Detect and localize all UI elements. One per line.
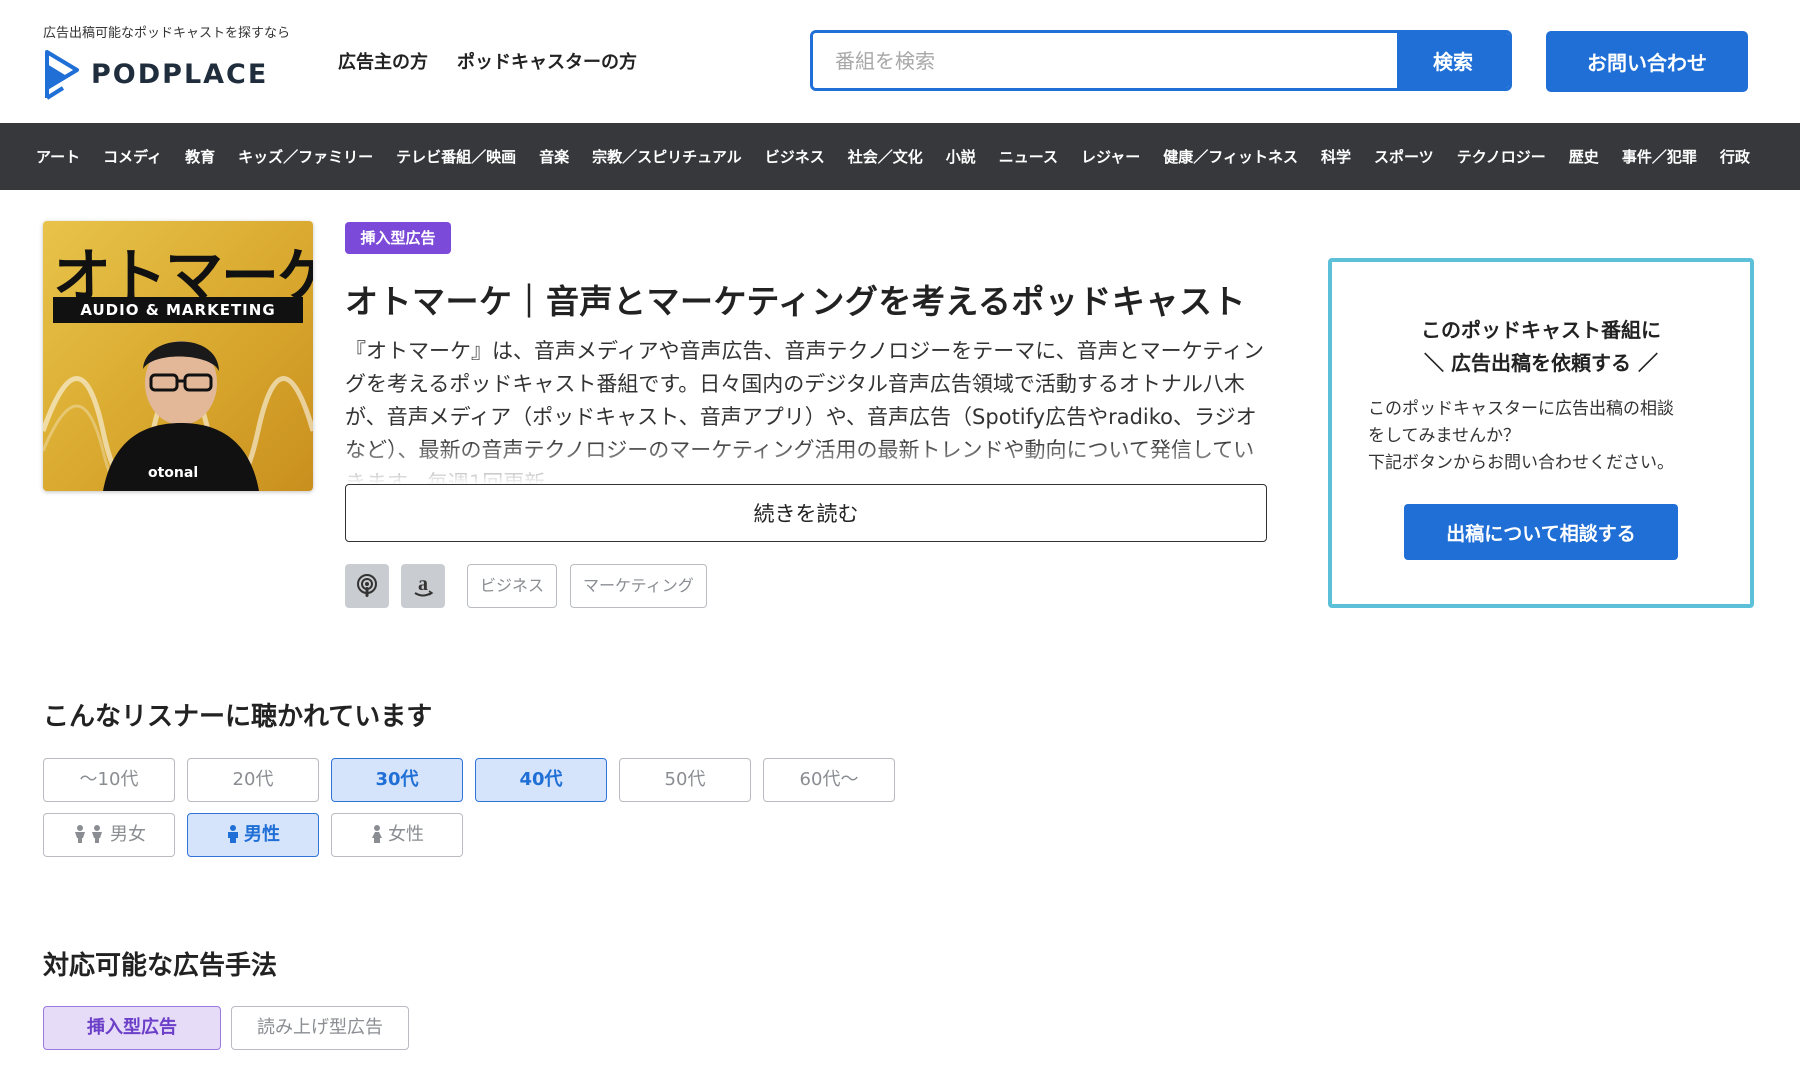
category-item-science[interactable]: 科学 xyxy=(1321,146,1351,167)
category-item-education[interactable]: 教育 xyxy=(185,146,215,167)
site-tagline: 広告出稿可能なポッドキャストを探すなら xyxy=(43,26,291,41)
category-item-sports[interactable]: スポーツ xyxy=(1374,146,1434,167)
category-item-news[interactable]: ニュース xyxy=(999,146,1058,167)
category-item-true-crime[interactable]: 事件／犯罪 xyxy=(1622,146,1697,167)
ad-method-chip-read-aloud: 読み上げ型広告 xyxy=(231,1006,409,1050)
gender-chip-all: 男女 xyxy=(43,813,175,857)
gender-chip-all-label: 男女 xyxy=(110,824,146,845)
amazon-icon[interactable]: a xyxy=(401,564,445,608)
category-item-business[interactable]: ビジネス xyxy=(765,146,825,167)
category-item-music[interactable]: 音楽 xyxy=(539,146,569,167)
category-item-tv-film[interactable]: テレビ番組／映画 xyxy=(396,146,516,167)
gender-chip-female-label: 女性 xyxy=(388,824,424,845)
svg-text:a: a xyxy=(418,573,428,595)
cover-brand: otonal xyxy=(148,465,199,481)
category-nav: アート コメディ 教育 キッズ／ファミリー テレビ番組／映画 音楽 宗教／スピリ… xyxy=(0,123,1800,190)
ad-type-badge: 挿入型広告 xyxy=(345,222,451,254)
ad-request-text: このポッドキャスターに広告出稿の相談 をしてみませんか？ 下記ボタンからお問い合… xyxy=(1368,396,1728,477)
site-header: 広告出稿可能なポッドキャストを探すなら PODPLACE 広告主の方 ポッドキャ… xyxy=(0,0,1800,123)
ad-request-text-line1: このポッドキャスターに広告出稿の相談 xyxy=(1368,399,1674,419)
nav-advertisers-link[interactable]: 広告主の方 xyxy=(338,48,428,74)
program-title: オトマーケ｜音声とマーケティングを考えるポッドキャスト xyxy=(345,282,1246,321)
podplace-logo-icon xyxy=(45,50,79,100)
gender-chip-male-label: 男性 xyxy=(244,824,280,845)
contact-button[interactable]: お問い合わせ xyxy=(1546,31,1748,92)
consult-button[interactable]: 出稿について相談する xyxy=(1404,504,1678,560)
category-item-religion[interactable]: 宗教／スピリチュアル xyxy=(592,146,742,167)
category-item-history[interactable]: 歴史 xyxy=(1569,146,1599,167)
ad-request-heading-line1: このポッドキャスト番組に xyxy=(1421,318,1661,342)
category-item-leisure[interactable]: レジャー xyxy=(1081,146,1140,167)
category-item-government[interactable]: 行政 xyxy=(1720,146,1750,167)
description-fade xyxy=(345,440,1270,485)
gender-chip-male: 男性 xyxy=(187,813,319,857)
search-button[interactable]: 検索 xyxy=(1397,33,1509,88)
category-item-comedy[interactable]: コメディ xyxy=(103,146,162,167)
read-more-button[interactable]: 続きを読む xyxy=(345,484,1267,542)
ad-request-heading-line2: ＼ 広告出稿を依頼する ／ xyxy=(1424,351,1658,375)
search-bar: 検索 xyxy=(810,30,1512,91)
ad-method-chip-insert: 挿入型広告 xyxy=(43,1006,221,1050)
ad-request-text-line2: をしてみませんか？ xyxy=(1368,426,1520,446)
tag-business[interactable]: ビジネス xyxy=(467,564,558,608)
age-chip-40s: 40代 xyxy=(475,758,607,802)
female-icon xyxy=(372,825,382,843)
podcast-icon[interactable] xyxy=(345,564,389,608)
category-item-society[interactable]: 社会／文化 xyxy=(848,146,923,167)
age-chip-30s: 30代 xyxy=(331,758,463,802)
nav-podcasters-link[interactable]: ポッドキャスターの方 xyxy=(457,48,637,74)
male-icon xyxy=(228,825,238,843)
logo-wordmark: PODPLACE xyxy=(91,58,269,90)
category-item-art[interactable]: アート xyxy=(36,146,80,167)
category-item-kids-family[interactable]: キッズ／ファミリー xyxy=(238,146,373,167)
ad-request-panel: このポッドキャスト番組に ＼ 広告出稿を依頼する ／ このポッドキャスターに広告… xyxy=(1328,258,1754,608)
search-input[interactable] xyxy=(813,33,1397,88)
age-chip-20s: 20代 xyxy=(187,758,319,802)
category-item-technology[interactable]: テクノロジー xyxy=(1457,146,1546,167)
listeners-title: こんなリスナーに聴かれています xyxy=(43,702,433,732)
ad-request-heading: このポッドキャスト番組に ＼ 広告出稿を依頼する ／ xyxy=(1332,314,1750,380)
category-item-fiction[interactable]: 小説 xyxy=(946,146,976,167)
podcast-cover-art: オトマーケ AUDIO & MARKETING otonal xyxy=(43,221,313,491)
age-chip-teens: 〜10代 xyxy=(43,758,175,802)
tag-marketing[interactable]: マーケティング xyxy=(570,564,707,608)
age-chip-50s: 50代 xyxy=(619,758,751,802)
ad-methods-title: 対応可能な広告手法 xyxy=(43,951,278,981)
category-item-health[interactable]: 健康／フィットネス xyxy=(1163,146,1298,167)
people-icon xyxy=(75,825,102,843)
age-chip-60s-plus: 60代〜 xyxy=(763,758,895,802)
gender-chip-female: 女性 xyxy=(331,813,463,857)
amazon-glyph: a xyxy=(414,573,434,597)
cover-subtitle: AUDIO & MARKETING xyxy=(53,297,303,323)
ad-request-text-line3: 下記ボタンからお問い合わせください。 xyxy=(1368,453,1674,473)
apple-podcasts-glyph xyxy=(357,574,377,597)
podplace-logo[interactable]: PODPLACE xyxy=(43,48,268,100)
